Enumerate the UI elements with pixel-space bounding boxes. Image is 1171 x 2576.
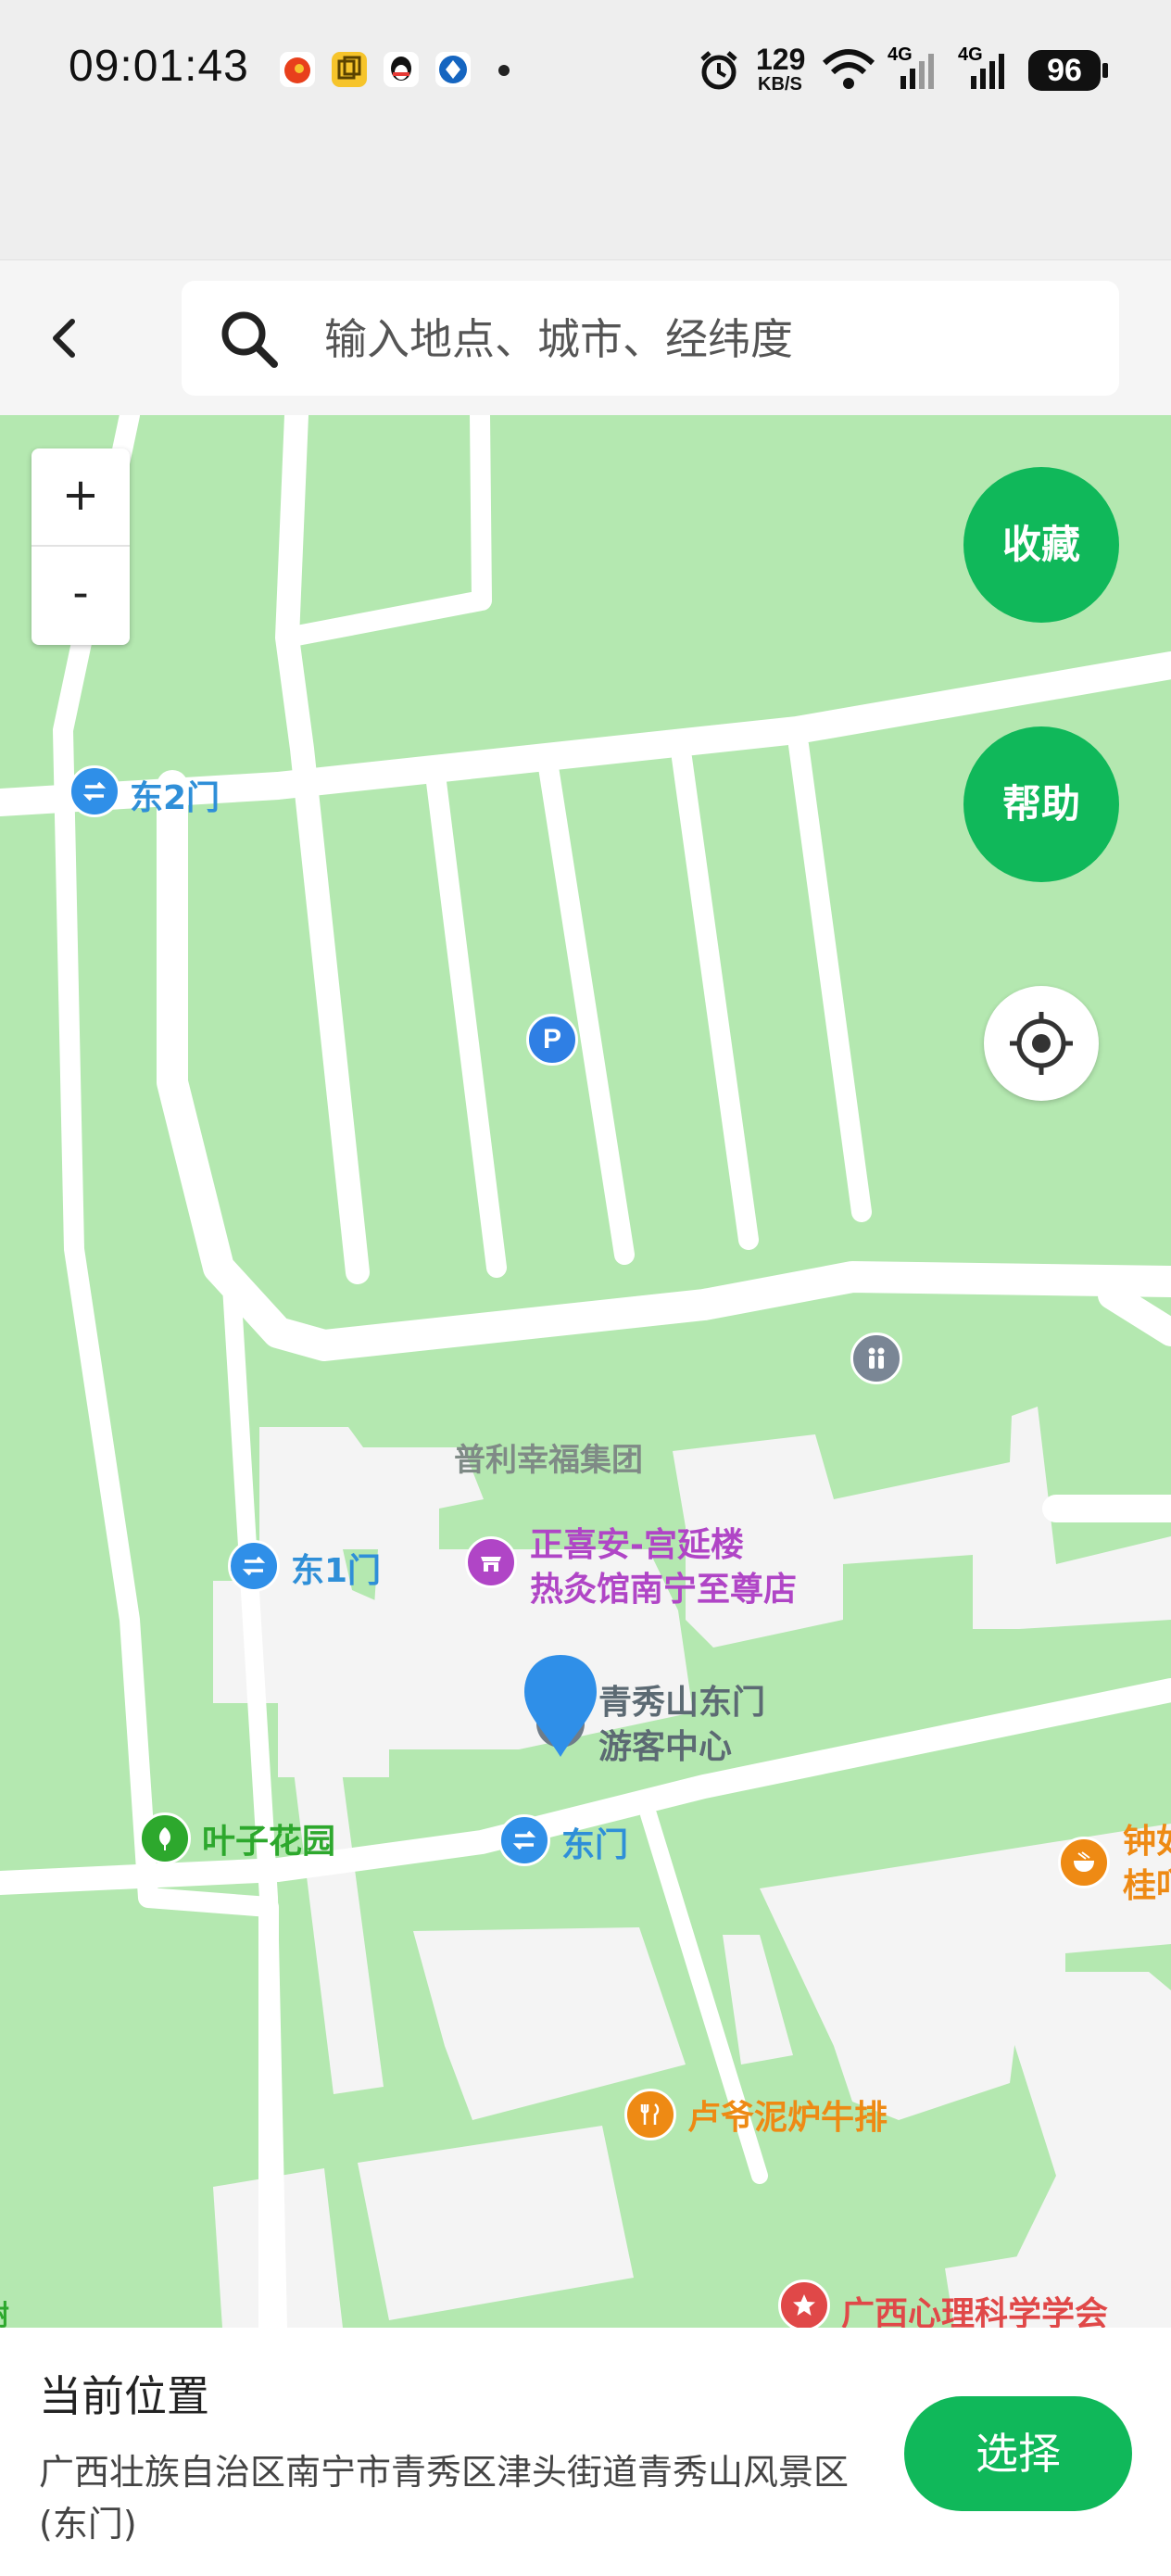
current-address: 广西壮族自治区南宁市青秀区津头街道青秀山风景区(东门): [39, 2452, 850, 2544]
current-location-panel: 当前位置 广西壮族自治区南宁市青秀区津头街道青秀山风景区(东门) 选择: [0, 2328, 1171, 2576]
search-icon: [221, 311, 278, 368]
search-header: [0, 259, 1171, 416]
noodle-restaurant-icon[interactable]: [1058, 1837, 1110, 1888]
search-box[interactable]: [182, 281, 1119, 398]
alarm-icon: [697, 48, 741, 96]
zoom-control: + -: [31, 448, 130, 645]
label-east-gate-2[interactable]: 东2门: [130, 771, 220, 819]
restroom-icon[interactable]: [850, 1332, 902, 1384]
shop-icon[interactable]: [465, 1536, 517, 1588]
label-zhong-partial-2[interactable]: 桂吖: [1123, 1859, 1171, 1907]
crosshair-locate-icon: [1010, 1012, 1073, 1075]
status-time: 09:01:43: [69, 42, 249, 91]
label-zhong-partial-1[interactable]: 钟如: [1123, 1814, 1171, 1863]
organization-star-icon[interactable]: [778, 2279, 830, 2328]
parking-icon[interactable]: P: [526, 1014, 578, 1066]
net-speed-value: 129: [756, 43, 806, 76]
map-canvas: [0, 415, 1171, 2328]
panel-title: 当前位置: [39, 2371, 209, 2421]
map-view[interactable]: + - 收藏 帮助 东2门 P 普利幸福集团 东1门 正喜安-宫延楼 热灸馆南宁…: [0, 415, 1171, 2328]
chevron-left-icon: [53, 319, 75, 358]
zoom-out-button[interactable]: -: [31, 547, 130, 645]
label-east-gate[interactable]: 东门: [561, 1818, 628, 1866]
entrance-gate-icon[interactable]: [498, 1814, 550, 1866]
more-notifications-dot-icon: [498, 65, 510, 76]
app-notification-icon-weibo: [280, 52, 315, 87]
label-zhengxian-line1[interactable]: 正喜安-宫延楼: [530, 1518, 744, 1566]
search-input[interactable]: [322, 281, 1086, 398]
label-left-edge-partial: 树: [0, 2292, 9, 2328]
back-button[interactable]: [31, 301, 98, 375]
label-yezi-garden[interactable]: 叶子花园: [202, 1814, 335, 1863]
app-notification-icon-copy: [332, 52, 367, 87]
restaurant-icon[interactable]: [624, 2089, 676, 2140]
select-button[interactable]: 选择: [904, 2396, 1132, 2511]
battery-indicator: 96: [1028, 50, 1101, 91]
app-notification-icon-qq: [384, 52, 419, 87]
label-east-gate-1[interactable]: 东1门: [291, 1544, 381, 1592]
entrance-gate-icon[interactable]: [69, 765, 120, 817]
label-puli-group[interactable]: 普利幸福集团: [454, 1434, 643, 1480]
label-psych-society[interactable]: 广西心理科学学会: [841, 2287, 1108, 2328]
status-bar: 09:01:43 129 KB/S 4G 4G 96: [0, 0, 1171, 139]
label-visitor-center-line2[interactable]: 游客中心: [598, 1720, 732, 1768]
help-button[interactable]: 帮助: [963, 726, 1119, 882]
locate-button[interactable]: [984, 986, 1099, 1101]
wifi-icon: [821, 46, 876, 96]
app-notification-icon-browser: [435, 52, 471, 87]
label-zhengxian-line2[interactable]: 热灸馆南宁至尊店: [530, 1562, 797, 1610]
favorite-button[interactable]: 收藏: [963, 467, 1119, 623]
label-visitor-center-line1[interactable]: 青秀山东门: [598, 1675, 765, 1724]
battery-tip: [1102, 63, 1108, 78]
net-speed-unit: KB/S: [758, 74, 802, 95]
zoom-in-button[interactable]: +: [31, 448, 130, 547]
park-tree-icon[interactable]: [139, 1812, 191, 1864]
label-luye-steak[interactable]: 卢爷泥炉牛排: [687, 2090, 888, 2139]
entrance-gate-icon[interactable]: [228, 1540, 280, 1592]
